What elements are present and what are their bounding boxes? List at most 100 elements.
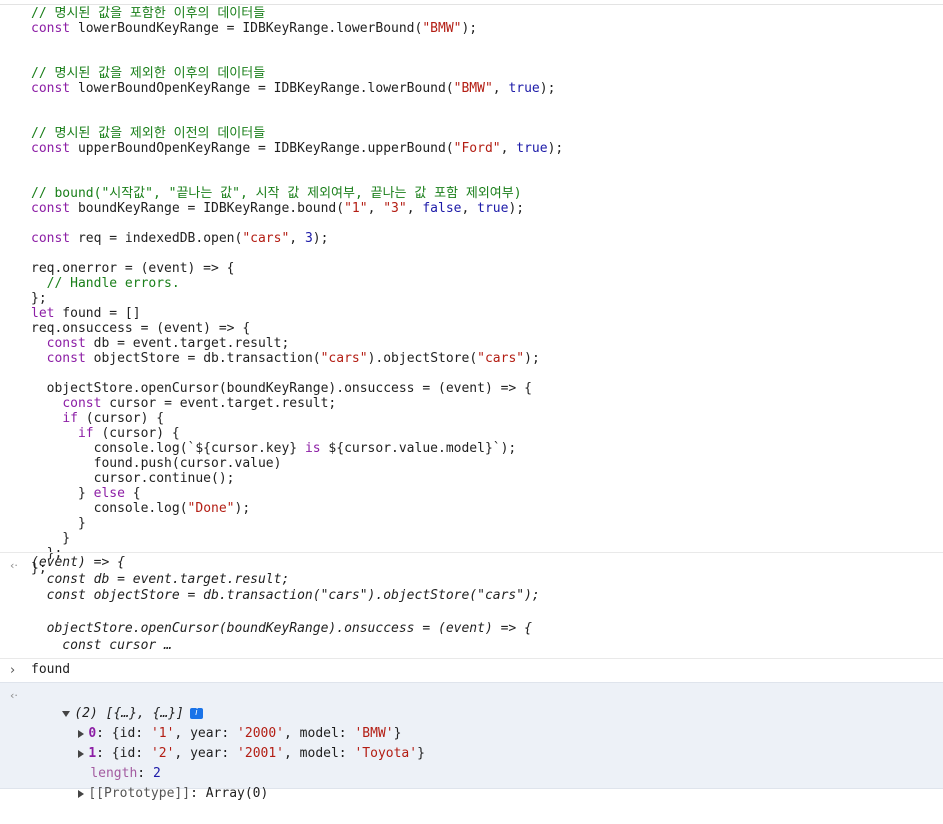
result-preview-line: const cursor … (31, 637, 172, 653)
code-line: const cursor = event.target.result; (31, 396, 336, 411)
code-token: , (367, 201, 384, 216)
code-token: is (304, 441, 321, 456)
code-token: "Ford" (453, 141, 501, 156)
code-token: "BMW" (453, 81, 493, 96)
code-token: "BMW" (422, 21, 462, 36)
code-token: ); (312, 231, 329, 246)
code-line: console.log("Done"); (31, 501, 251, 516)
code-line: // 명시된 값을 제외한 이후의 데이터들 (31, 66, 265, 81)
code-token: ); (547, 141, 564, 156)
array-prototype-row[interactable]: [[Prototype]]: Array(0) (47, 764, 268, 824)
code-token: const (62, 396, 102, 411)
code-token: "cars" (242, 231, 290, 246)
code-token: cursor = event.target.result; (101, 396, 337, 411)
code-line: // 명시된 값을 제외한 이전의 데이터들 (31, 126, 265, 141)
code-line: const lowerBoundKeyRange = IDBKeyRange.l… (31, 21, 477, 36)
prototype-key: [[Prototype]] (88, 786, 191, 801)
code-token: found = [] (54, 306, 141, 321)
code-line: const lowerBoundOpenKeyRange = IDBKeyRan… (31, 81, 555, 96)
code-token: upperBoundOpenKeyRange = IDBKeyRange.upp… (70, 141, 454, 156)
code-token: objectStore = db.transaction( (85, 351, 321, 366)
console-array-output[interactable]: ‹· (2) [{…}, {…}] i 0: {id: '1', year: '2… (0, 682, 943, 801)
result-preview-line: const db = event.target.result; (31, 571, 290, 587)
code-token: } (31, 486, 94, 501)
code-token: ); (508, 201, 525, 216)
code-token: // 명시된 값을 제외한 이후의 데이터들 (31, 66, 266, 81)
code-token: found.push(cursor.value) (31, 456, 282, 471)
code-line: found.push(cursor.value) (31, 456, 282, 471)
code-token: // 명시된 값을 제외한 이전의 데이터들 (31, 126, 266, 141)
code-line: let found = [] (31, 306, 141, 321)
code-token: ); (539, 81, 556, 96)
code-token: "1" (344, 201, 368, 216)
code-token: , (406, 201, 423, 216)
code-token: , (492, 81, 509, 96)
code-line: req.onsuccess = (event) => { (31, 321, 250, 336)
collapse-triangle-icon[interactable] (78, 789, 85, 798)
code-token: boundKeyRange = IDBKeyRange.bound( (70, 201, 345, 216)
code-line: if (cursor) { (31, 426, 180, 441)
code-token: // Handle errors. (31, 276, 180, 291)
code-line: const objectStore = db.transaction("cars… (31, 351, 540, 366)
code-token: const (31, 81, 71, 96)
result-preview-line: objectStore.openCursor(boundKeyRange).on… (31, 621, 532, 636)
code-token: , (500, 141, 517, 156)
code-token: { (124, 486, 141, 501)
code-token: "cars" (477, 351, 525, 366)
code-token: } (31, 516, 86, 531)
result-arrow-icon: ‹· (10, 559, 18, 572)
code-token: const (31, 201, 71, 216)
item-year: '2001' (237, 746, 285, 761)
code-token: req.onsuccess = (event) => { (31, 321, 251, 336)
code-token: ); (524, 351, 540, 366)
code-line: console.log(`${cursor.key} is ${cursor.v… (31, 441, 517, 456)
code-token: , (461, 201, 478, 216)
code-token: "cars" (320, 351, 368, 366)
code-token: if (77, 426, 94, 441)
console-top-border (0, 0, 943, 5)
code-line: objectStore.openCursor(boundKeyRange).on… (31, 381, 532, 396)
code-token: if (62, 411, 78, 426)
code-line: // bound("시작값", "끝나는 값", 시작 값 제외여부, 끝나는 … (31, 186, 522, 201)
code-line: const upperBoundOpenKeyRange = IDBKeyRan… (31, 141, 563, 156)
code-line: } else { (31, 486, 141, 501)
code-token: req = indexedDB.open( (70, 231, 243, 246)
code-token: else (93, 486, 125, 501)
code-token: ); (234, 501, 251, 516)
code-token: "Done" (187, 501, 235, 516)
code-token: }; (31, 291, 47, 306)
code-line: req.onerror = (event) => { (31, 261, 235, 276)
code-token: true (516, 141, 548, 156)
code-token: console.log(`${cursor.key} (31, 441, 305, 456)
result-preview-line: const objectStore = db.transaction("cars… (31, 588, 540, 603)
console-result-entry[interactable]: ‹· (event) => { const db = event.target.… (0, 553, 943, 658)
code-token: ).objectStore( (367, 351, 478, 366)
console-input-found[interactable]: › found (0, 659, 943, 681)
code-token: ${cursor.value.model}`); (320, 441, 517, 456)
code-line: // Handle errors. (31, 276, 180, 291)
item-model: 'Toyota' (354, 746, 418, 761)
code-line: } (31, 516, 86, 531)
code-token: const (31, 231, 71, 246)
code-token: , (289, 231, 305, 246)
code-token: "3" (383, 201, 407, 216)
input-prompt-icon: › (10, 663, 16, 678)
code-token: // bound("시작값", "끝나는 값", 시작 값 제외여부, 끝나는 … (31, 186, 522, 201)
result-arrow-icon: ‹· (10, 689, 18, 702)
code-token: // 명시된 값을 포함한 이후의 데이터들 (31, 6, 266, 21)
code-token: req.onerror = (event) => { (31, 261, 235, 276)
code-token: const (31, 21, 71, 36)
code-token: ); (461, 21, 478, 36)
code-token: cursor.continue(); (31, 471, 235, 486)
code-token: false (422, 201, 462, 216)
found-input-text: found (31, 662, 71, 677)
code-token: objectStore.openCursor(boundKeyRange).on… (31, 381, 532, 396)
code-token: lowerBoundKeyRange = IDBKeyRange.lowerBo… (70, 21, 423, 36)
code-line: const req = indexedDB.open("cars", 3); (31, 231, 328, 246)
code-token: true (508, 81, 540, 96)
code-line: } (31, 531, 70, 546)
console-input-code[interactable]: // 명시된 값을 포함한 이후의 데이터들 const lowerBoundKe… (0, 6, 943, 576)
